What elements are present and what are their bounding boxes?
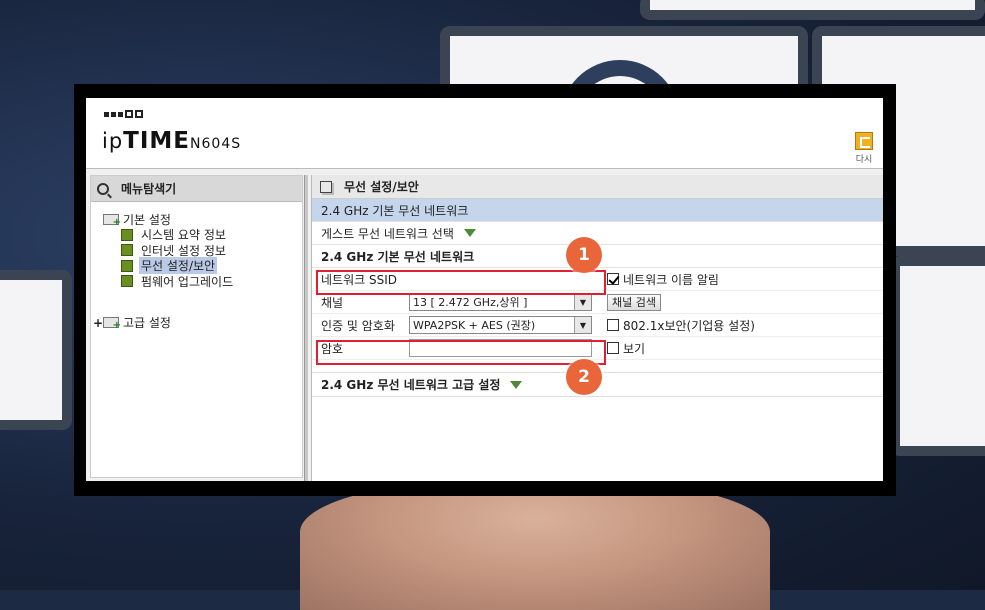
folder-icon bbox=[103, 317, 121, 331]
auth-select[interactable]: WPA2PSK + AES (권장) ▼ bbox=[409, 316, 592, 334]
menu-item-system-summary[interactable]: 시스템 요약 정보 bbox=[121, 227, 235, 243]
menu-explorer: 메뉴탐색기 기본 설정 시스템 요약 정보 인터넷 설정 정보 무선 설정/보안 bbox=[90, 175, 303, 478]
expand-triangle-icon bbox=[510, 380, 523, 389]
background-tile bbox=[640, 0, 985, 20]
channel-search-button[interactable]: 채널 검색 bbox=[607, 293, 661, 311]
background-hand bbox=[300, 480, 770, 610]
menu-explorer-header: 메뉴탐색기 bbox=[91, 176, 302, 202]
background-tile bbox=[0, 270, 72, 430]
step-badge-2: 2 bbox=[566, 359, 602, 395]
enterprise-security-checkbox[interactable]: 802.1x보안(기업용 설정) bbox=[607, 317, 755, 334]
auth-label: 인증 및 암호화 bbox=[321, 318, 395, 333]
upgrade-icon bbox=[121, 275, 133, 288]
page-title: 무선 설정/보안 bbox=[312, 175, 883, 199]
redo-button[interactable]: 다시 bbox=[855, 132, 873, 165]
menu-group-basic[interactable]: 기본 설정 bbox=[103, 212, 235, 228]
show-password-checkbox[interactable]: 보기 bbox=[607, 340, 645, 357]
background-tile bbox=[890, 256, 985, 456]
checkbox-checked-icon bbox=[607, 273, 619, 285]
dropdown-arrow-icon: ▼ bbox=[574, 294, 591, 310]
monitor-icon bbox=[121, 244, 133, 257]
search-icon bbox=[97, 182, 109, 195]
menu-item-wireless-security[interactable]: 무선 설정/보안 bbox=[121, 257, 235, 275]
guest-network-select[interactable]: 게스트 무선 네트워크 선택 bbox=[312, 222, 883, 245]
wifi-icon bbox=[121, 259, 133, 272]
section-basic-network[interactable]: 2.4 GHz 기본 무선 네트워크 bbox=[312, 199, 883, 222]
menu-item-firmware-upgrade[interactable]: 펌웨어 업그레이드 bbox=[121, 274, 235, 290]
expand-icon: + bbox=[93, 315, 104, 330]
checkbox-icon bbox=[607, 319, 619, 331]
panel-splitter[interactable] bbox=[304, 175, 308, 481]
folder-icon bbox=[103, 214, 121, 228]
content-panel: 무선 설정/보안 2.4 GHz 기본 무선 네트워크 게스트 무선 네트워크 … bbox=[311, 175, 883, 481]
chart-icon bbox=[121, 228, 133, 241]
step-badge-1: 1 bbox=[566, 237, 602, 273]
redo-icon bbox=[855, 132, 873, 150]
dropdown-arrow-icon: ▼ bbox=[574, 317, 591, 333]
menu-item-internet-settings[interactable]: 인터넷 설정 정보 bbox=[121, 243, 235, 259]
auth-row: 인증 및 암호화 WPA2PSK + AES (권장) ▼ 802.1x보안(기… bbox=[312, 314, 883, 337]
brand-logo: ipTIMEN604S bbox=[102, 128, 242, 154]
page-icon bbox=[320, 180, 332, 193]
ssid-broadcast-checkbox[interactable]: 네트워크 이름 알림 bbox=[607, 271, 719, 288]
menu-tree: 기본 설정 시스템 요약 정보 인터넷 설정 정보 무선 설정/보안 펌웨어 bbox=[93, 212, 235, 332]
header: ipTIMEN604S 다시 bbox=[86, 98, 883, 169]
highlight-ssid bbox=[316, 270, 606, 295]
highlight-password bbox=[316, 340, 606, 365]
expand-triangle-icon bbox=[463, 229, 476, 237]
menu-group-advanced[interactable]: + 고급 설정 bbox=[93, 315, 235, 332]
channel-label: 채널 bbox=[321, 295, 344, 310]
channel-select[interactable]: 13 [ 2.472 GHz,상위 ] ▼ bbox=[409, 293, 592, 311]
logo-mark bbox=[104, 110, 143, 118]
checkbox-icon bbox=[607, 342, 619, 354]
